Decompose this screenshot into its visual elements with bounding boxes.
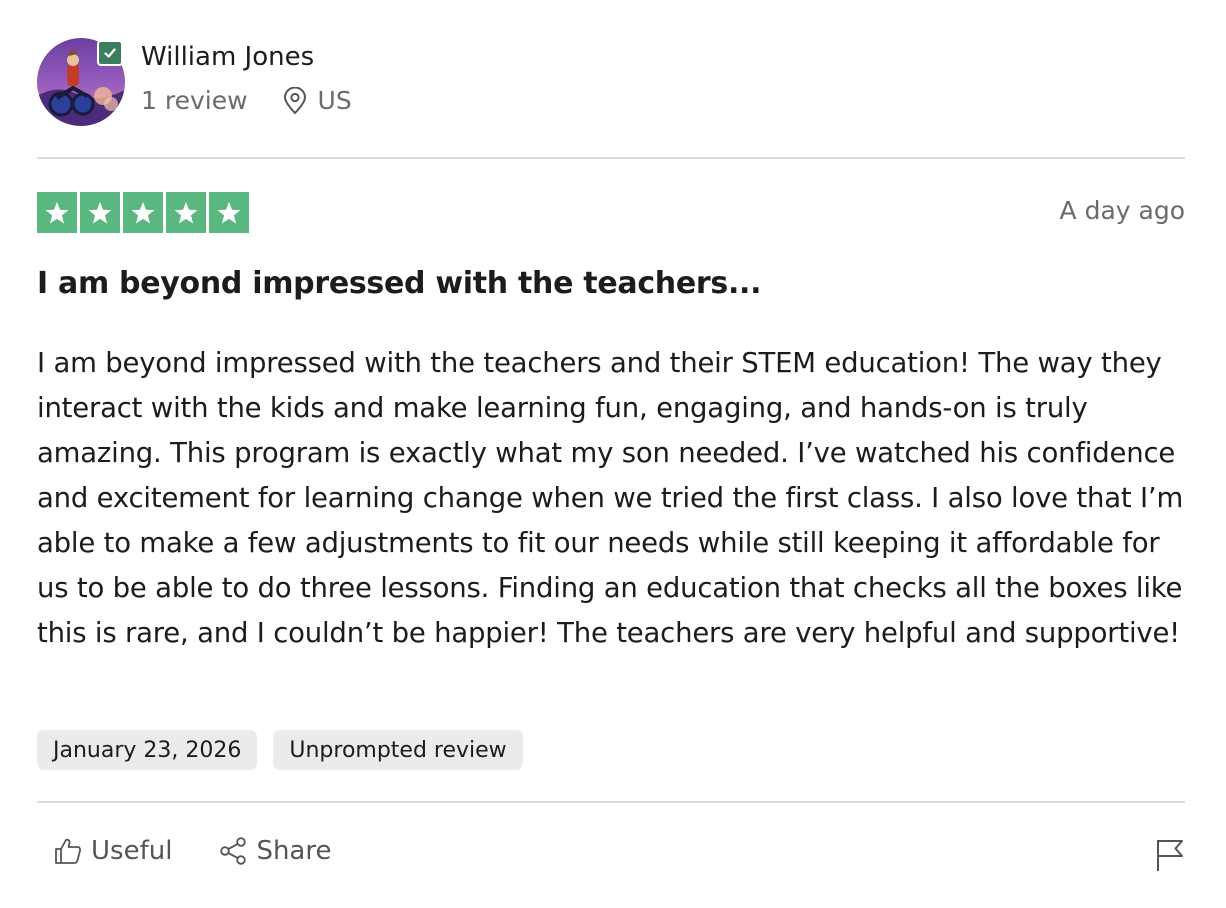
reviewer-country: US <box>317 86 352 115</box>
report-button[interactable] <box>1155 838 1185 876</box>
thumbs-up-icon <box>55 838 82 864</box>
verified-badge-icon <box>97 40 123 66</box>
review-actions: Useful Share <box>53 836 331 866</box>
review-posted-ago: A day ago <box>1059 196 1185 225</box>
review-card: William Jones 1 review US A day ago I am… <box>37 0 1185 908</box>
star-icon <box>37 192 77 233</box>
share-label: Share <box>256 836 332 866</box>
useful-button[interactable]: Useful <box>53 836 172 866</box>
share-icon <box>220 837 247 865</box>
star-icon <box>209 192 249 233</box>
star-icon <box>166 192 206 233</box>
useful-label: Useful <box>91 836 173 866</box>
reviewer-header: William Jones 1 review US <box>37 38 1185 128</box>
review-count: 1 review <box>141 86 248 115</box>
review-body: I am beyond impressed with the teachers … <box>37 347 1184 649</box>
reviewer-avatar[interactable] <box>37 38 125 126</box>
star-rating <box>37 192 249 233</box>
header-divider <box>37 157 1185 159</box>
star-icon <box>80 192 120 233</box>
star-icon <box>123 192 163 233</box>
review-title[interactable]: I am beyond impressed with the teachers.… <box>37 266 762 301</box>
share-button[interactable]: Share <box>218 836 331 866</box>
flag-icon <box>1157 840 1183 871</box>
actions-divider <box>37 801 1185 803</box>
review-type-tag[interactable]: Unprompted review <box>273 730 523 770</box>
location-pin-icon <box>282 86 308 115</box>
review-tags: January 23, 2026 Unprompted review <box>37 730 523 770</box>
experience-date-tag: January 23, 2026 <box>37 730 258 770</box>
reviewer-name[interactable]: William Jones <box>141 42 314 72</box>
reviewer-meta: 1 review US <box>141 86 352 115</box>
